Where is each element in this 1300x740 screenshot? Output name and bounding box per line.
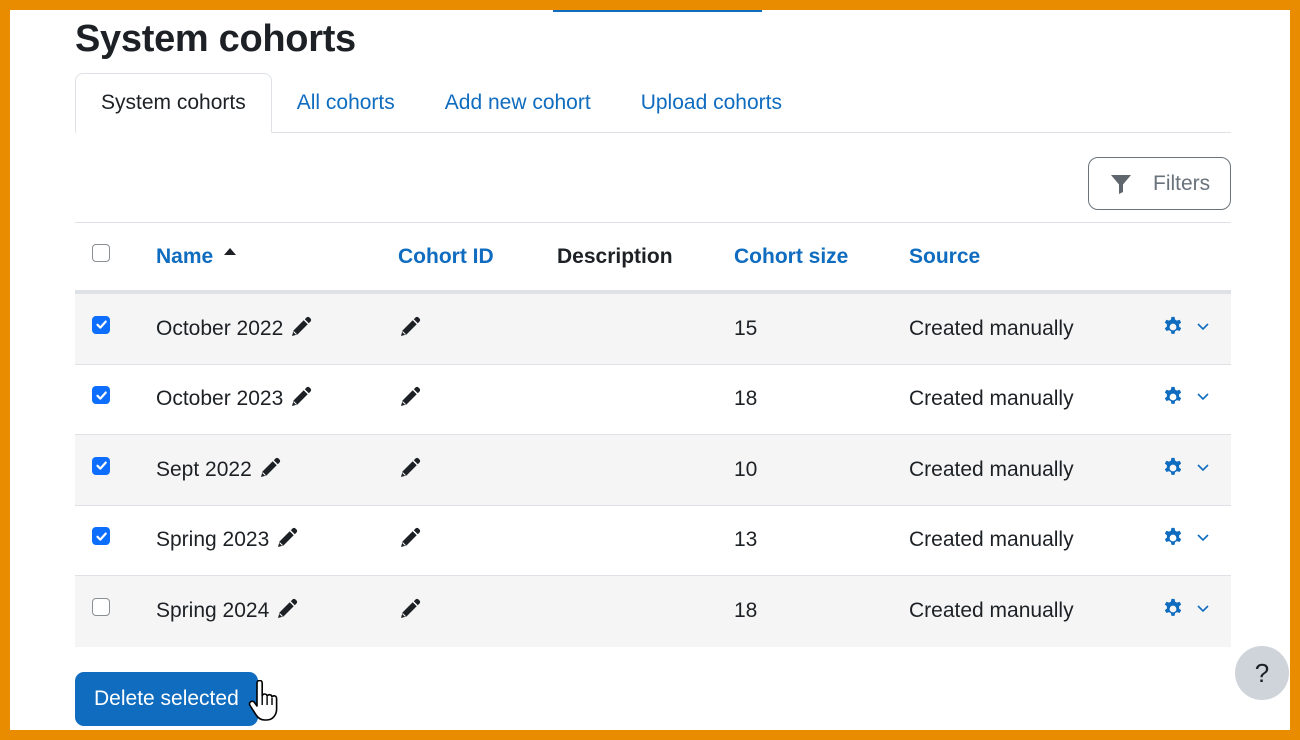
page: System cohorts System cohorts All cohort…: [10, 10, 1290, 730]
chevron-down-icon[interactable]: [1196, 391, 1210, 401]
chevron-down-icon[interactable]: [1196, 532, 1210, 542]
gear-icon[interactable]: [1162, 598, 1184, 620]
row-select-checkbox[interactable]: [92, 527, 110, 546]
tab-add-new-cohort[interactable]: Add new cohort: [420, 73, 616, 132]
chevron-down-icon[interactable]: [1196, 321, 1210, 331]
checkmark-icon: [95, 391, 107, 400]
gear-icon[interactable]: [1162, 457, 1184, 479]
table-row: October 2023 18 Created manually: [75, 365, 1231, 435]
edit-name-pencil-icon[interactable]: [258, 456, 282, 480]
tab-system-cohorts[interactable]: System cohorts: [75, 73, 272, 133]
cohort-source: Created manually: [909, 599, 1074, 623]
cohort-size: 13: [734, 528, 758, 552]
edit-cohort-id-pencil-icon[interactable]: [398, 385, 422, 409]
cohort-name: Spring 2024: [156, 599, 270, 623]
cohort-size: 18: [734, 387, 758, 411]
gear-icon[interactable]: [1162, 386, 1184, 408]
cohort-name: Sept 2022: [156, 457, 252, 481]
column-header-name[interactable]: Name: [156, 223, 237, 290]
cohort-source: Created manually: [909, 316, 1074, 340]
row-actions-menu[interactable]: [1162, 365, 1210, 435]
row-select-checkbox[interactable]: [92, 315, 110, 334]
edit-cohort-id-pencil-icon[interactable]: [398, 456, 422, 480]
tab-bar: System cohorts All cohorts Add new cohor…: [75, 73, 1231, 133]
filters-button[interactable]: Filters: [1088, 157, 1231, 210]
chevron-down-icon[interactable]: [1196, 603, 1210, 613]
edit-name-pencil-icon[interactable]: [275, 526, 299, 550]
cohort-size: 15: [734, 316, 758, 340]
select-all-checkbox[interactable]: [92, 243, 110, 262]
cohort-source: Created manually: [909, 457, 1074, 481]
chevron-down-icon[interactable]: [1196, 462, 1210, 472]
tab-all-cohorts[interactable]: All cohorts: [272, 73, 420, 132]
checkmark-icon: [95, 532, 107, 541]
edit-cohort-id-pencil-icon[interactable]: [398, 597, 422, 621]
row-actions-menu[interactable]: [1162, 294, 1210, 364]
edit-cohort-id-pencil-icon[interactable]: [398, 526, 422, 550]
row-actions-menu[interactable]: [1162, 576, 1210, 647]
edit-name-pencil-icon[interactable]: [275, 597, 299, 621]
cohort-size: 18: [734, 599, 758, 623]
cohort-name: October 2023: [156, 387, 284, 411]
row-select-checkbox[interactable]: [92, 598, 110, 617]
table-row: Spring 2023 13 Created manually: [75, 506, 1231, 576]
column-header-cohort-size[interactable]: Cohort size: [734, 223, 848, 290]
column-header-cohort-id[interactable]: Cohort ID: [398, 223, 494, 290]
edit-name-pencil-icon[interactable]: [289, 385, 313, 409]
sort-ascending-icon: [224, 247, 237, 255]
checkmark-icon: [95, 320, 107, 329]
cohorts-table: Name Cohort ID Description Cohort size S…: [75, 222, 1231, 647]
checkmark-icon: [95, 461, 107, 470]
row-actions-menu[interactable]: [1162, 506, 1210, 576]
cohort-source: Created manually: [909, 387, 1074, 411]
help-button[interactable]: ?: [1235, 646, 1289, 700]
row-actions-menu[interactable]: [1162, 435, 1210, 505]
page-title: System cohorts: [75, 18, 356, 60]
edit-cohort-id-pencil-icon[interactable]: [398, 315, 422, 339]
tab-upload-cohorts[interactable]: Upload cohorts: [616, 73, 807, 132]
table-row: Sept 2022 10 Created manually: [75, 435, 1231, 506]
row-select-checkbox[interactable]: [92, 386, 110, 405]
top-nav-active-indicator: [553, 10, 762, 12]
row-select-checkbox[interactable]: [92, 456, 110, 475]
cohort-source: Created manually: [909, 528, 1074, 552]
cohort-name: October 2022: [156, 316, 284, 340]
delete-selected-button[interactable]: Delete selected: [75, 672, 258, 726]
cohort-size: 10: [734, 457, 758, 481]
filter-icon: [1111, 174, 1131, 194]
column-header-source[interactable]: Source: [909, 223, 980, 290]
table-row: October 2022 15 Created manually: [75, 294, 1231, 365]
column-header-description: Description: [557, 244, 673, 268]
edit-name-pencil-icon[interactable]: [289, 315, 313, 339]
table-row: Spring 2024 18 Created manually: [75, 576, 1231, 647]
gear-icon[interactable]: [1162, 527, 1184, 549]
filters-label: Filters: [1153, 171, 1211, 195]
cohort-name: Spring 2023: [156, 528, 270, 552]
gear-icon[interactable]: [1162, 316, 1184, 338]
table-header: Name Cohort ID Description Cohort size S…: [75, 223, 1231, 294]
